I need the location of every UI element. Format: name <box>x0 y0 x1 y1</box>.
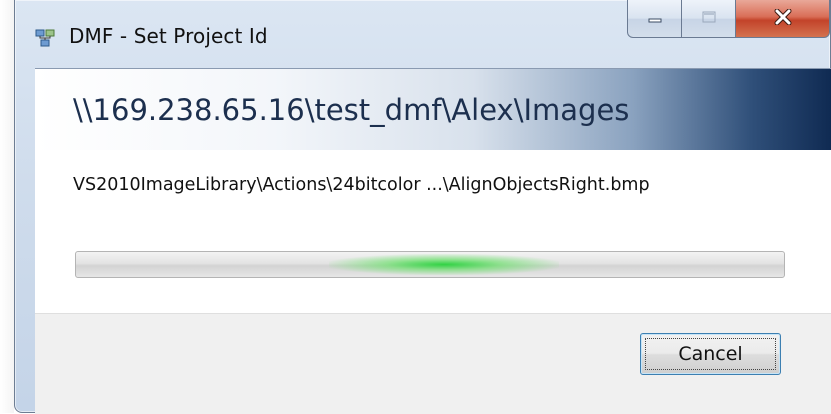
network-dmf-icon <box>35 28 55 48</box>
background-edge <box>0 0 14 413</box>
minimize-icon <box>647 9 663 28</box>
dialog-window: DMF - Set Project Id \\169.238.65.16\tes… <box>14 0 831 414</box>
window-title: DMF - Set Project Id <box>69 24 268 48</box>
cancel-button[interactable]: Cancel <box>640 333 781 375</box>
dialog-content: \\169.238.65.16\test_dmf\Alex\Images VS2… <box>35 68 831 414</box>
button-footer: Cancel <box>35 313 831 414</box>
title-bar[interactable]: DMF - Set Project Id <box>15 0 830 67</box>
header-banner: \\169.238.65.16\test_dmf\Alex\Images <box>35 69 831 150</box>
maximize-button[interactable] <box>682 0 736 38</box>
folder-path-heading: \\169.238.65.16\test_dmf\Alex\Images <box>73 93 630 127</box>
current-file-label: VS2010ImageLibrary\Actions\24bitcolor ..… <box>73 175 650 195</box>
close-button[interactable] <box>736 0 830 38</box>
close-icon <box>774 8 792 29</box>
maximize-icon <box>701 9 717 28</box>
progress-bar <box>75 251 785 278</box>
progress-marquee-glow <box>329 254 560 275</box>
caption-buttons <box>627 0 830 42</box>
minimize-button[interactable] <box>627 0 682 38</box>
